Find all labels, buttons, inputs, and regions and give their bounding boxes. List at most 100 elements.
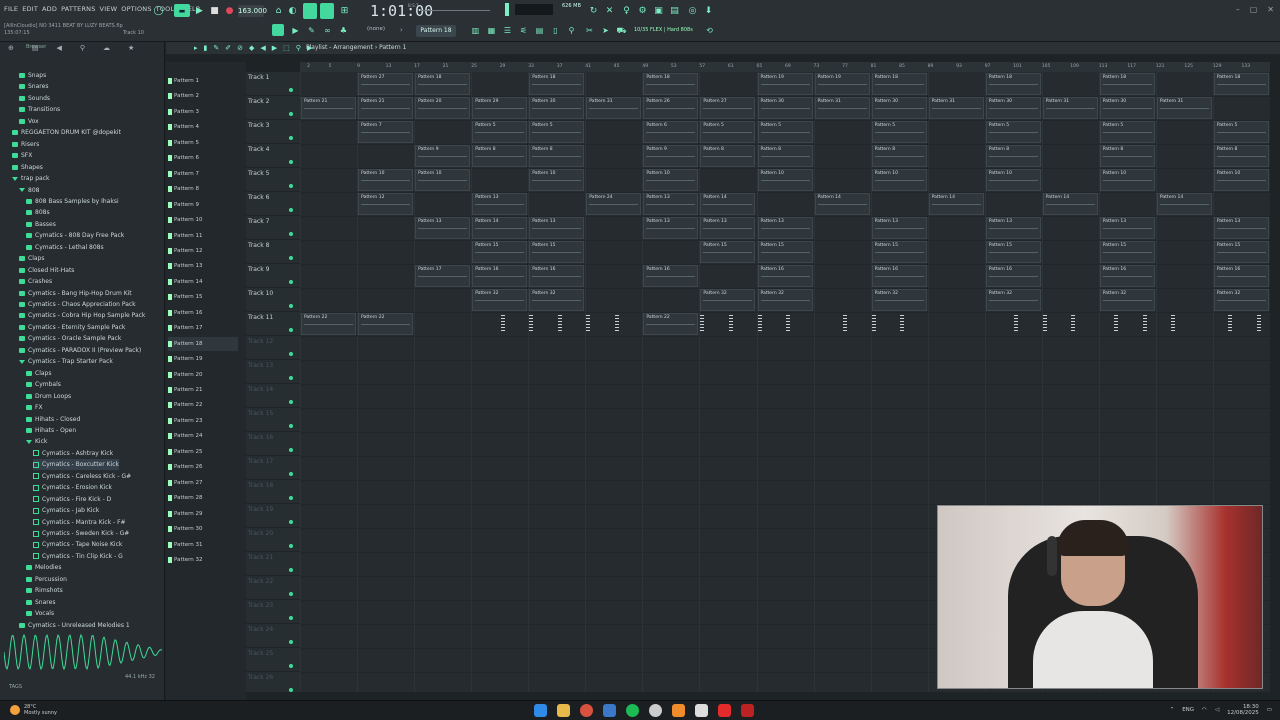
pattern-list-item[interactable]: Pattern 31: [168, 538, 238, 552]
start-icon[interactable]: [534, 704, 547, 717]
pattern-clip[interactable]: Pattern 9: [643, 145, 699, 167]
pattern-clip[interactable]: Pattern 31: [1042, 97, 1098, 119]
pattern-clip[interactable]: Pattern 30: [985, 97, 1041, 119]
browser-item[interactable]: Melodies: [26, 562, 62, 573]
pattern-list-item[interactable]: Pattern 7: [168, 167, 238, 181]
menu-options[interactable]: OPTIONS: [121, 5, 151, 17]
track-mute-led[interactable]: [289, 616, 293, 620]
pattern-clip[interactable]: Pattern 31: [928, 97, 984, 119]
browser-item[interactable]: Shapes: [12, 162, 43, 173]
chrome-icon[interactable]: [580, 704, 593, 717]
pattern-clip[interactable]: Pattern 30: [529, 97, 585, 119]
pattern-clip[interactable]: Pattern 13: [700, 217, 756, 239]
browser-item[interactable]: Cymatics - PARADOX II (Preview Pack): [19, 345, 141, 356]
browser-back-icon[interactable]: ◀: [57, 44, 62, 52]
track-header[interactable]: Track 17: [246, 456, 300, 480]
browser-item[interactable]: Claps: [26, 368, 51, 379]
pattern-clip[interactable]: Pattern 13: [643, 193, 699, 215]
fl-studio-icon[interactable]: [672, 704, 685, 717]
pattern-clip[interactable]: Pattern 15: [757, 241, 813, 263]
pattern-clip[interactable]: Pattern 27: [358, 73, 414, 95]
browser-icon[interactable]: ▤: [534, 25, 545, 36]
snap-mode[interactable]: (none): [367, 26, 385, 32]
mini-clip[interactable]: [557, 313, 563, 335]
track-header[interactable]: Track 15: [246, 408, 300, 432]
mini-clip[interactable]: [899, 313, 905, 335]
metronome-icon[interactable]: ⌂: [272, 4, 285, 17]
photos-icon[interactable]: [695, 704, 708, 717]
browser-item[interactable]: Hihats - Closed: [26, 414, 80, 425]
track-header[interactable]: Track 3: [246, 120, 300, 144]
browser-item[interactable]: Cymatics - Chaos Appreciation Pack: [19, 299, 136, 310]
pattern-clip[interactable]: Pattern 8: [871, 145, 927, 167]
browser-search-icon[interactable]: ⚲: [80, 44, 85, 52]
track-header[interactable]: Track 18: [246, 480, 300, 504]
browser-item[interactable]: Snares: [26, 597, 55, 608]
plugin-icon[interactable]: ⚙: [636, 4, 649, 17]
pattern-clip[interactable]: Pattern 26: [643, 97, 699, 119]
track-header[interactable]: Track 5: [246, 168, 300, 192]
mini-clip[interactable]: [500, 313, 506, 335]
clock[interactable]: 18:30 12/08/2025: [1227, 704, 1259, 716]
track-header[interactable]: Track 12: [246, 336, 300, 360]
track-header[interactable]: Track 14: [246, 384, 300, 408]
pattern-list-item[interactable]: Pattern 30: [168, 522, 238, 536]
track-header[interactable]: Track 7: [246, 216, 300, 240]
browser-item[interactable]: Cymatics - Tape Noise Kick: [33, 539, 122, 550]
mini-clip[interactable]: [1256, 313, 1262, 335]
track-header[interactable]: Track 4: [246, 144, 300, 168]
browser-item[interactable]: Cymatics - Trap Starter Pack: [19, 356, 113, 367]
pattern-clip[interactable]: Pattern 13: [1099, 217, 1155, 239]
pattern-clip[interactable]: Pattern 32: [1213, 289, 1269, 311]
menu-patterns[interactable]: PATTERNS: [61, 5, 95, 17]
pattern-clip[interactable]: Pattern 10: [529, 169, 585, 191]
track-mute-led[interactable]: [289, 88, 293, 92]
browser-item[interactable]: Cymatics - Fire Kick - D: [33, 494, 111, 505]
pattern-clip[interactable]: Pattern 18: [1213, 73, 1269, 95]
mini-clip[interactable]: [871, 313, 877, 335]
refresh-icon[interactable]: ↻: [587, 4, 600, 17]
pattern-clip[interactable]: Pattern 13: [757, 217, 813, 239]
browser-item[interactable]: Cymatics - Mantra Kick - F#: [33, 517, 126, 528]
channel-icon[interactable]: ▯: [550, 25, 561, 36]
browser-item[interactable]: Cymbals: [26, 379, 61, 390]
pattern-list-item[interactable]: Pattern 4: [168, 120, 238, 134]
pattern-clip[interactable]: Pattern 13: [871, 217, 927, 239]
weather-widget[interactable]: 28°C Mostly sunny: [24, 704, 57, 716]
pattern-list-item[interactable]: Pattern 5: [168, 136, 238, 150]
browser-item[interactable]: SFX: [12, 150, 32, 161]
pattern-clip[interactable]: Pattern 17: [415, 265, 471, 287]
pattern-list-item[interactable]: Pattern 10: [168, 213, 238, 227]
pattern-list-item[interactable]: Pattern 12: [168, 244, 238, 258]
track-header[interactable]: Track 9: [246, 264, 300, 288]
pattern-clip[interactable]: Pattern 14: [700, 193, 756, 215]
steam-icon[interactable]: [603, 704, 616, 717]
browser-options-icon[interactable]: ⊕: [8, 44, 14, 52]
pattern-clip[interactable]: Pattern 32: [871, 289, 927, 311]
pattern-clip[interactable]: Pattern 15: [700, 241, 756, 263]
track-mute-led[interactable]: [289, 472, 293, 476]
youtube-icon[interactable]: [718, 704, 731, 717]
mini-clip[interactable]: [757, 313, 763, 335]
pattern-clip[interactable]: Pattern 13: [472, 193, 528, 215]
browser-item[interactable]: Cymatics - Boxcutter Kick: [33, 459, 119, 471]
pattern-clip[interactable]: Pattern 15: [1213, 241, 1269, 263]
pattern-clip[interactable]: Pattern 31: [586, 97, 642, 119]
mini-clip[interactable]: [1142, 313, 1148, 335]
pattern-clip[interactable]: Pattern 6: [643, 121, 699, 143]
recorder-icon[interactable]: [741, 704, 754, 717]
playlist-menu-icon[interactable]: ▸: [194, 44, 198, 52]
mini-clip[interactable]: [1070, 313, 1076, 335]
track-mute-led[interactable]: [289, 376, 293, 380]
browser-item[interactable]: 808 Bass Samples by Ihaksi: [26, 196, 119, 207]
close-icon[interactable]: ✕: [1267, 5, 1274, 14]
track-header[interactable]: Track 10: [246, 288, 300, 312]
track-mute-led[interactable]: [289, 256, 293, 260]
pattern-clip[interactable]: Pattern 32: [472, 289, 528, 311]
tray-chevron-icon[interactable]: ⌃: [1170, 707, 1175, 713]
mini-clip[interactable]: [699, 313, 705, 335]
play-pattern-icon[interactable]: ▶: [290, 25, 301, 36]
plugin-preset-info[interactable]: 10/35 FLEX | Hard 808s: [634, 27, 693, 33]
pattern-list-item[interactable]: Pattern 22: [168, 398, 238, 412]
pattern-clip[interactable]: Pattern 16: [1099, 265, 1155, 287]
